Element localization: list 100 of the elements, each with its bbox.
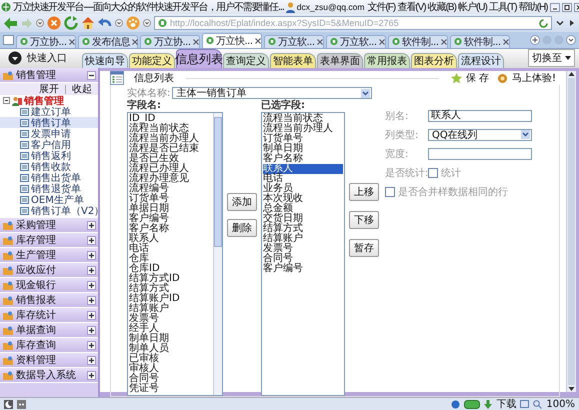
- list-option[interactable]: 客户编号: [129, 214, 212, 224]
- download-circle-icon[interactable]: [8, 51, 22, 66]
- browser-tab[interactable]: 软件制...: [388, 34, 448, 48]
- list-action-button[interactable]: 删除: [227, 219, 257, 237]
- list-option[interactable]: ID_ID: [129, 114, 212, 124]
- list-option[interactable]: 发票号: [263, 244, 343, 254]
- entity-select[interactable]: 主体一销售订单: [172, 87, 372, 99]
- close-icon[interactable]: [192, 38, 199, 45]
- close-icon[interactable]: [316, 38, 323, 45]
- expand-toggle[interactable]: [87, 296, 96, 304]
- expand-toggle[interactable]: [87, 326, 96, 334]
- sidebar-group-header[interactable]: 单据查询: [0, 323, 98, 338]
- dropdown-icon[interactable]: [115, 19, 123, 28]
- expand-toggle[interactable]: [87, 310, 96, 320]
- close-icon[interactable]: [254, 38, 261, 44]
- close-icon[interactable]: [378, 38, 385, 45]
- browser-tab[interactable]: 万立协...: [16, 34, 76, 48]
- save-button[interactable]: 保 存: [466, 71, 489, 85]
- sidebar-group-header[interactable]: 销售管理: [0, 68, 98, 83]
- back-icon[interactable]: [3, 16, 18, 31]
- menu-item[interactable]: 查看(V): [397, 0, 426, 14]
- list-option[interactable]: 总金额: [263, 204, 343, 214]
- list-option[interactable]: 结算账户ID: [129, 294, 212, 304]
- list-option[interactable]: 订货单号: [263, 134, 343, 144]
- list-option[interactable]: 电话: [129, 244, 212, 254]
- close-icon[interactable]: [68, 38, 75, 45]
- account-name[interactable]: dcx_zsu@qq.com: [296, 2, 364, 12]
- expand-toggle[interactable]: [87, 236, 96, 244]
- list-option[interactable]: 制单日期: [129, 334, 212, 344]
- tree-action-link[interactable]: 收起: [72, 82, 92, 96]
- browser-tab[interactable]: 万立软...: [264, 34, 324, 48]
- list-option[interactable]: 制单日期: [263, 144, 343, 154]
- fields-listbox[interactable]: ID_ID 流程当前状态 流程当前办理人 流程是否已结束 是否已生效 流程已办理人 流程办理意见 流程编号 订货单号 单据日期 客户编号 客户名称 联系人 电话 仓库 仓库ID 结算方式ID 结算方式 结算账户ID 结算账户 发票号 经手人 制单日期 制单人员 已审核 审核人 合同号 凭证号: [127, 112, 223, 396]
- tree-item[interactable]: 销售出货单: [0, 172, 98, 183]
- tree-item[interactable]: 发票申请: [0, 128, 98, 139]
- sidebar-group-header[interactable]: 库存管理: [0, 233, 98, 248]
- module-tab[interactable]: 图表分析: [411, 53, 457, 68]
- browser-tab[interactable]: 发布信息: [78, 34, 138, 48]
- list-option[interactable]: 经手人: [129, 324, 212, 334]
- list-option[interactable]: 凭证号: [129, 384, 212, 394]
- sidebar-group-header[interactable]: 采购管理: [0, 218, 98, 233]
- collapse-toggle[interactable]: [87, 70, 96, 80]
- tree-item[interactable]: 销售返利: [0, 150, 98, 161]
- list-option[interactable]: 仓库ID: [129, 264, 212, 274]
- module-tab[interactable]: 信息列表: [176, 49, 222, 68]
- window-icon[interactable]: [520, 400, 530, 408]
- sidebar-group-header[interactable]: 资料管理: [0, 353, 98, 368]
- module-tab[interactable]: 功能定义: [129, 53, 175, 68]
- refresh-icon[interactable]: [64, 16, 78, 30]
- dropdown-icon[interactable]: [36, 19, 44, 28]
- list-option[interactable]: 业务员: [263, 184, 343, 194]
- statistics-checkbox[interactable]: [428, 168, 438, 178]
- expand-toggle[interactable]: [87, 266, 96, 274]
- merge-checkbox[interactable]: [385, 186, 395, 196]
- sidebar-group-header[interactable]: 库存查询: [0, 338, 98, 353]
- browser-tab[interactable]: 万立快...: [202, 32, 262, 48]
- move-button[interactable]: 上移: [349, 183, 379, 201]
- list-option[interactable]: 流程当前办理人: [129, 134, 212, 144]
- try-now-button[interactable]: 马上体验!: [512, 71, 556, 85]
- expand-toggle[interactable]: [87, 250, 96, 260]
- list-option[interactable]: 仓库: [129, 254, 212, 264]
- sidebar-group-header[interactable]: 库存统计: [0, 308, 98, 323]
- list-option[interactable]: 客户名称: [263, 154, 343, 164]
- list-option[interactable]: 制单人员: [129, 344, 212, 354]
- browser-tab[interactable]: 万立软...: [326, 34, 386, 48]
- tree-action-link[interactable]: 展开: [39, 82, 59, 96]
- list-option[interactable]: 审核人: [129, 364, 212, 374]
- scrollbar[interactable]: [566, 71, 576, 392]
- list-option[interactable]: 合同号: [129, 374, 212, 384]
- list-option[interactable]: 流程当前办理人: [263, 124, 343, 134]
- list-option[interactable]: 流程当前状态: [263, 114, 343, 124]
- list-option[interactable]: 结算账户: [129, 304, 212, 314]
- list-option[interactable]: 流程是否已结束: [129, 144, 212, 154]
- tree-item[interactable]: 销售收款: [0, 161, 98, 172]
- list-option[interactable]: 交货日期: [263, 214, 343, 224]
- sidebar-group-header[interactable]: 生产管理: [0, 248, 98, 263]
- sidebar-group-header[interactable]: 应收应付: [0, 263, 98, 278]
- list-option[interactable]: 结算方式ID: [129, 274, 212, 284]
- expand-toggle[interactable]: [87, 370, 96, 380]
- list-option[interactable]: 发票号: [129, 314, 212, 324]
- module-tab[interactable]: 查询定义: [223, 53, 269, 68]
- module-tab[interactable]: 流程设计: [458, 53, 504, 68]
- list-option[interactable]: 流程当前状态: [129, 124, 212, 134]
- list-option[interactable]: 流程办理意见: [129, 174, 212, 184]
- browser-tab[interactable]: 万立协...: [140, 34, 200, 48]
- close-icon[interactable]: [440, 38, 447, 45]
- menu-item[interactable]: 帐户(U): [458, 0, 487, 14]
- tree-item[interactable]: 销售退货单: [0, 183, 98, 194]
- caret-icon[interactable]: [361, 88, 370, 98]
- list-option[interactable]: 结算账户: [263, 234, 343, 244]
- list-option[interactable]: 客户编号: [263, 264, 343, 274]
- moon-icon[interactable]: [4, 400, 13, 408]
- maximize-icon[interactable]: [562, 2, 572, 12]
- tree-item[interactable]: 销售订单: [0, 117, 98, 128]
- list-option[interactable]: 流程编号: [129, 184, 212, 194]
- menu-item[interactable]: 文件(F): [367, 0, 396, 14]
- tree-item[interactable]: 建立订单: [0, 106, 98, 117]
- list-option[interactable]: 电话: [263, 174, 343, 184]
- list-action-button[interactable]: 添加: [227, 193, 257, 211]
- tree-item[interactable]: OEM生产单: [0, 194, 98, 205]
